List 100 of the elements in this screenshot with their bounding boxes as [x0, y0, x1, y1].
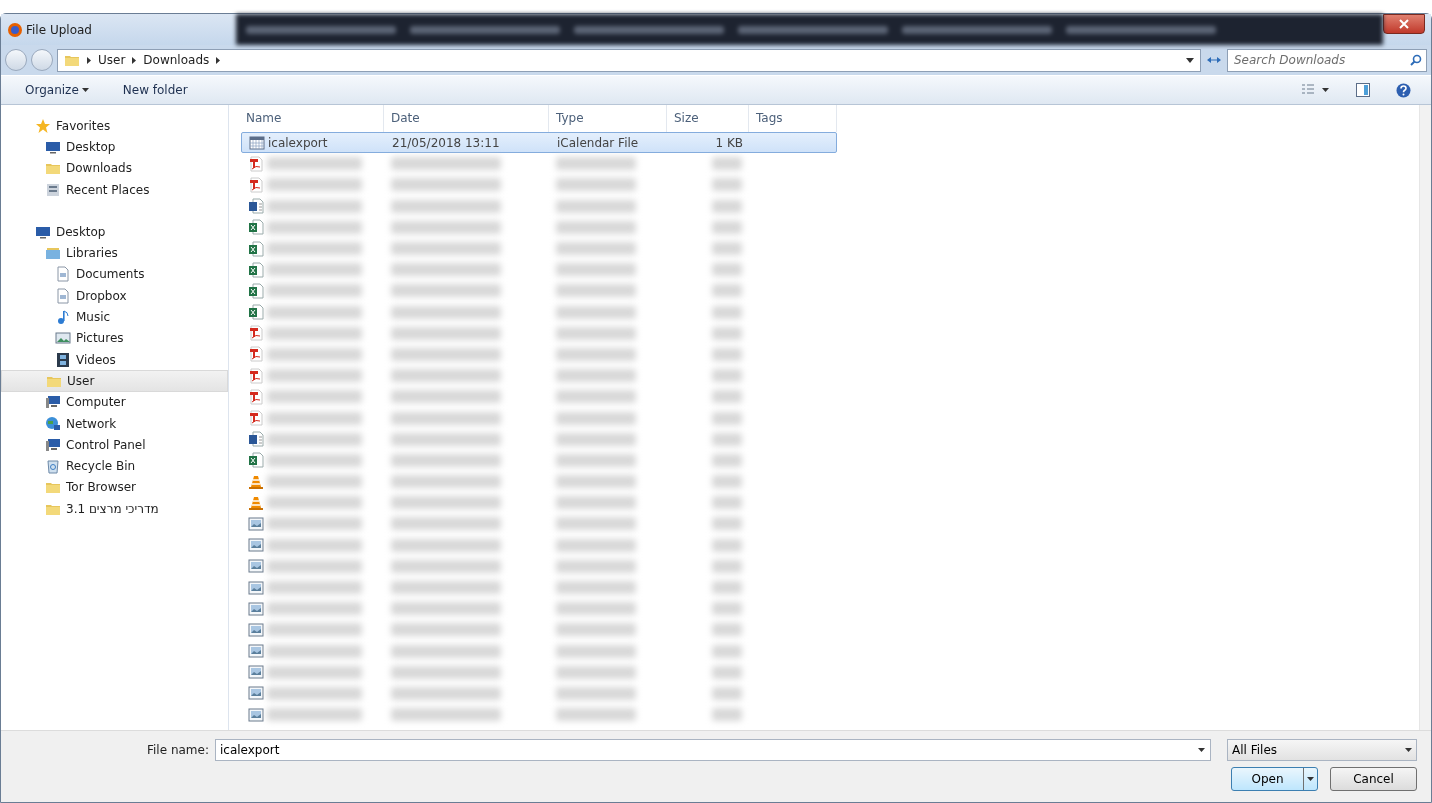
sidebar-item[interactable]: Tor Browser [1, 476, 228, 499]
toolbar-button[interactable]: New folder [118, 79, 192, 101]
library-icon [45, 245, 61, 262]
search-icon [1410, 54, 1422, 66]
sidebar-item[interactable]: Favorites [1, 115, 228, 137]
pdf-file-icon [248, 155, 264, 172]
breadcrumb-item[interactable]: User [98, 51, 126, 69]
document-icon [55, 266, 71, 283]
recycle-bin-icon [45, 458, 61, 475]
globe-icon [45, 415, 61, 432]
image-file-icon [248, 706, 264, 723]
chevron-icon [86, 55, 92, 65]
sidebar-item[interactable]: Music [1, 306, 228, 328]
blurred-text [712, 369, 742, 383]
sidebar-item[interactable]: Libraries [1, 242, 228, 264]
word-file-icon [248, 431, 264, 448]
blurred-text [712, 199, 742, 213]
sidebar-item[interactable]: User [1, 370, 228, 392]
sidebar-item[interactable]: Recent Places [1, 178, 228, 201]
image-file-icon [248, 515, 264, 532]
table-cell-text: 1 KB [715, 134, 743, 152]
excel-file-icon [248, 240, 264, 257]
blurred-text [712, 517, 742, 531]
pdf-file-icon [248, 388, 264, 405]
blurred-text [712, 453, 742, 467]
sidebar-item[interactable]: Desktop [1, 221, 228, 243]
dialog-button[interactable]: Open [1231, 767, 1318, 791]
music-note-icon [55, 309, 71, 325]
sidebar-item[interactable]: מדריכי מרצים 3.1 [1, 498, 228, 520]
blurred-text [712, 686, 742, 700]
sidebar-item[interactable]: Recycle Bin [1, 455, 228, 477]
sidebar-item[interactable]: Pictures [1, 327, 228, 349]
back-button[interactable] [5, 49, 27, 71]
sidebar-item[interactable]: Computer [1, 391, 228, 413]
image-file-icon [248, 600, 264, 617]
forward-button[interactable] [31, 49, 53, 71]
sidebar-item[interactable]: Desktop [1, 136, 228, 158]
file-name-field[interactable]: icalexport [214, 739, 1211, 761]
field-label: File name: [147, 742, 209, 759]
blurred-text [712, 432, 742, 446]
chevron-icon [215, 55, 222, 65]
sidebar-item[interactable]: Documents [1, 263, 228, 286]
sidebar-item[interactable]: Dropbox [1, 285, 228, 307]
dropdown-arrow-icon [1198, 748, 1205, 752]
file-type-dropdown[interactable]: All Files [1227, 739, 1417, 761]
search-field[interactable]: Search Downloads [1227, 48, 1427, 72]
sidebar-item[interactable]: Control Panel [1, 434, 228, 456]
chevron-icon [131, 55, 138, 65]
excel-file-icon [248, 304, 264, 321]
blurred-text [712, 242, 742, 256]
scrollbar[interactable] [1419, 105, 1431, 730]
blurred-text [712, 581, 742, 595]
image-file-icon [248, 685, 264, 702]
blurred-text [712, 263, 742, 277]
pdf-file-icon [248, 346, 264, 363]
dropdown-arrow-icon [1186, 57, 1194, 63]
blurred-text [712, 220, 742, 234]
image-file-icon [248, 621, 264, 638]
table-cell-text: 21/05/2018 13:11 [392, 134, 500, 152]
breadcrumb-item[interactable]: Downloads [143, 51, 210, 69]
table-cell-text: iCalendar File [557, 134, 639, 152]
browser-logo-icon [7, 21, 23, 38]
toolbar-button[interactable]: Organize [21, 79, 93, 101]
preview-pane-icon[interactable] [1356, 83, 1370, 97]
view-options-icon[interactable] [1302, 84, 1330, 96]
excel-file-icon [248, 452, 264, 469]
excel-file-icon [248, 261, 264, 278]
star-icon [35, 117, 51, 134]
close-button[interactable] [1383, 14, 1425, 34]
help-icon[interactable] [1396, 82, 1411, 98]
pdf-file-icon [248, 410, 264, 427]
image-file-icon [248, 558, 264, 575]
blurred-text [712, 347, 742, 361]
blurred-text [712, 326, 742, 340]
dialog-button[interactable]: Cancel [1330, 767, 1417, 791]
blurred-text [712, 284, 742, 298]
blurred-text [712, 708, 742, 722]
blurred-text [712, 496, 742, 510]
sidebar-item[interactable]: Videos [1, 348, 228, 371]
blurred-text [712, 623, 742, 637]
image-file-icon [248, 537, 264, 554]
pdf-file-icon [248, 325, 264, 342]
blurred-text [712, 644, 742, 658]
sidebar-item[interactable]: Downloads [1, 157, 228, 179]
film-icon [55, 351, 71, 368]
file-row[interactable]: icalexport 21/05/2018 13:11 iCalendar File 1 KB [241, 132, 837, 154]
blurred-text [712, 602, 742, 616]
image-file-icon [248, 664, 264, 681]
sidebar-item[interactable]: Network [1, 412, 228, 435]
pdf-file-icon [248, 367, 264, 384]
excel-file-icon [248, 219, 264, 236]
blurred-text [712, 538, 742, 552]
calendar-icon [249, 134, 265, 151]
excel-file-icon [248, 282, 264, 299]
dropdown-arrow-icon [1405, 748, 1412, 752]
blurred-text [712, 305, 742, 319]
address-bar[interactable]: User Downloads [57, 48, 1201, 72]
pdf-file-icon [248, 176, 264, 193]
word-file-icon [248, 198, 264, 215]
image-file-icon [248, 643, 264, 660]
